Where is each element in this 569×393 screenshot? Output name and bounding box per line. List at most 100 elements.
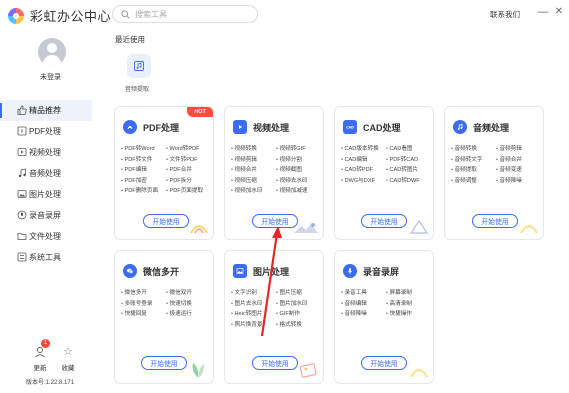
sidebar-item-system[interactable]: 系统工具 [0, 247, 92, 268]
card-title: 视频处理 [233, 120, 289, 134]
feature-item[interactable]: 照片换背景 [231, 322, 276, 329]
feature-item[interactable]: PDF编辑 [121, 167, 166, 174]
feature-item[interactable]: PDF删除页面 [121, 188, 166, 195]
feature-item[interactable]: 视频加水印 [231, 188, 276, 195]
sidebar-item-image[interactable]: 图片处理 [0, 184, 92, 205]
feature-item[interactable]: 录音工具 [341, 290, 386, 297]
contact-us-link[interactable]: 联系我们 [490, 9, 520, 20]
card-video: 视频处理 视频转换 视频转GIF 视频剪辑 视频分割 视频合并 视频截图 视频压… [224, 106, 324, 240]
feature-item[interactable]: 音频编辑 [341, 301, 386, 308]
card-title: 微信多开 [123, 264, 179, 278]
sidebar-item-audio[interactable]: 音频处理 [0, 163, 92, 184]
feature-item[interactable]: 视频加减速 [276, 188, 321, 195]
start-button[interactable]: 开始使用 [472, 214, 518, 228]
start-button[interactable]: 开始使用 [143, 214, 189, 228]
sidebar-item-file[interactable]: 文件处理 [0, 226, 92, 247]
feature-item[interactable]: 视频压缩 [231, 178, 276, 185]
feature-item[interactable]: 音频降噪 [341, 311, 386, 318]
feature-item[interactable]: 微信双开 [166, 290, 211, 297]
sidebar-item-label: 文件处理 [29, 232, 61, 241]
feature-item[interactable]: 音频转换 [451, 146, 496, 153]
feature-list: 文字识别 图片压缩 图片去水印 图片加水印 Heic转图片 GIF制作 照片换背… [231, 290, 321, 329]
feature-item[interactable]: 屏幕录制 [386, 290, 431, 297]
feature-item[interactable]: PDF页面提取 [166, 188, 211, 195]
feature-item[interactable]: 图片加水印 [276, 301, 321, 308]
recent-title: 最近使用 [115, 35, 145, 44]
search-input[interactable] [135, 9, 245, 19]
feature-item[interactable]: 视频合并 [231, 167, 276, 174]
music-icon [17, 168, 27, 178]
feature-item[interactable]: 快速切换 [166, 301, 211, 308]
sidebar-item-label: 音频处理 [29, 169, 61, 178]
feature-item[interactable]: PDF加密 [121, 178, 166, 185]
feature-item[interactable]: CAD编辑 [341, 157, 386, 164]
rainbow-logo-icon [8, 7, 24, 24]
search-box[interactable] [112, 5, 258, 23]
feature-item[interactable]: 音频提取 [451, 167, 496, 174]
feature-item[interactable]: PDF转文件 [121, 157, 166, 164]
feature-item[interactable]: 音频转文字 [451, 157, 496, 164]
start-button[interactable]: 开始使用 [141, 356, 187, 370]
favorite-button[interactable]: ☆ 收藏 [56, 346, 80, 372]
feature-item[interactable]: 视频分割 [276, 157, 321, 164]
feature-item[interactable]: 音频变速 [496, 167, 541, 174]
search-icon [121, 9, 130, 19]
minimize-button[interactable]: — [537, 6, 549, 18]
start-button[interactable]: 开始使用 [361, 356, 407, 370]
feature-item[interactable]: CAD版本转换 [341, 146, 386, 153]
recent-item-audio-extract[interactable]: 音频提取 [125, 54, 153, 93]
card-title: 录音录屏 [343, 264, 399, 278]
feature-item[interactable]: 文字识别 [231, 290, 276, 297]
feature-item[interactable]: 多账号登录 [121, 301, 166, 308]
app-logo: 彩虹办公中心 [8, 6, 111, 25]
feature-item[interactable]: PDF转Word [121, 146, 166, 153]
start-button[interactable]: 开始使用 [252, 214, 298, 228]
feature-item[interactable]: PDF拆分 [166, 178, 211, 185]
system-icon [17, 252, 27, 262]
feature-item[interactable]: 视频截图 [276, 167, 321, 174]
sidebar-item-pdf[interactable]: P PDF处理 [0, 121, 92, 142]
app-title: 彩虹办公中心 [30, 9, 112, 24]
login-status[interactable]: 未登录 [40, 72, 61, 82]
feature-item[interactable]: 极速运行 [166, 311, 211, 318]
feature-item[interactable]: 视频剪辑 [231, 157, 276, 164]
sidebar-item-label: 视频处理 [29, 148, 61, 157]
feature-item[interactable]: 格式转换 [276, 322, 321, 329]
feature-item[interactable]: 音频降噪 [496, 178, 541, 185]
feature-item[interactable]: Word转PDF [166, 146, 211, 153]
sidebar-item-featured[interactable]: 精品推荐 [0, 100, 92, 121]
feature-item[interactable]: Heic转图片 [231, 311, 276, 318]
feature-item[interactable]: PDF转CAD [386, 157, 431, 164]
feature-item[interactable]: 快捷操作 [386, 311, 431, 318]
feature-item[interactable]: CAD转PDF [341, 167, 386, 174]
feature-item[interactable]: 音频剪辑 [496, 146, 541, 153]
feature-item[interactable]: 高清录制 [386, 301, 431, 308]
feature-item[interactable]: 图片去水印 [231, 301, 276, 308]
feature-item[interactable]: 微信多开 [121, 290, 166, 297]
decoration-icon [299, 363, 317, 378]
feature-item[interactable]: 视频转换 [231, 146, 276, 153]
feature-list: PDF转Word Word转PDF PDF转文件 文件转PDF PDF编辑 PD… [121, 146, 211, 195]
feature-item[interactable]: 音频合并 [496, 157, 541, 164]
start-button[interactable]: 开始使用 [361, 214, 407, 228]
start-button[interactable]: 开始使用 [252, 356, 298, 370]
sidebar-item-record[interactable]: 录音录屏 [0, 205, 92, 226]
feature-item[interactable]: CAD转图片 [386, 167, 431, 174]
feature-item[interactable]: 快捷回复 [121, 311, 166, 318]
star-icon: ☆ [63, 346, 73, 358]
close-button[interactable]: ✕ [553, 6, 565, 17]
avatar[interactable] [38, 38, 66, 66]
feature-item[interactable]: GIF制作 [276, 311, 321, 318]
feature-item[interactable]: DWG与DXF [341, 178, 386, 185]
feature-item[interactable]: 音频调整 [451, 178, 496, 185]
feature-item[interactable]: 视频转GIF [276, 146, 321, 153]
feature-item[interactable]: CAD看图 [386, 146, 431, 153]
update-button[interactable]: 更新 [28, 346, 52, 372]
feature-item[interactable]: 图片压缩 [276, 290, 321, 297]
feature-item[interactable]: 视频去水印 [276, 178, 321, 185]
sidebar-item-label: 图片处理 [29, 190, 61, 199]
feature-item[interactable]: 文件转PDF [166, 157, 211, 164]
feature-item[interactable]: PDF合并 [166, 167, 211, 174]
feature-item[interactable]: CAD转DWF [386, 178, 431, 185]
sidebar-item-video[interactable]: 视频处理 [0, 142, 92, 163]
